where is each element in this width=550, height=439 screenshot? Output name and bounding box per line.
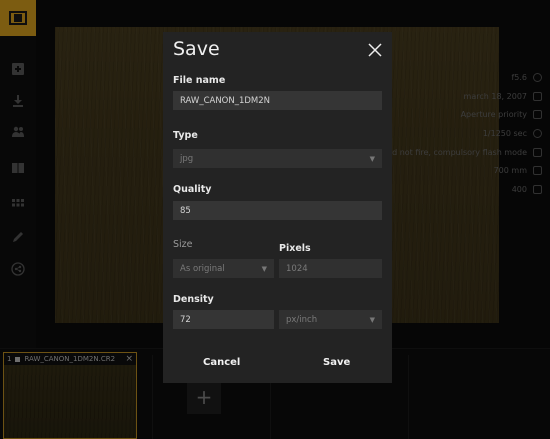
type-select-value: jpg <box>180 153 194 164</box>
type-label: Type <box>173 130 198 141</box>
chevron-down-icon: ▼ <box>261 264 267 273</box>
chevron-down-icon: ▼ <box>369 315 375 324</box>
cancel-button[interactable]: Cancel <box>203 357 240 368</box>
density-field[interactable]: 72 <box>173 310 274 329</box>
size-select[interactable]: As original ▼ <box>173 259 274 278</box>
type-select[interactable]: jpg ▼ <box>173 149 382 168</box>
dialog-title: Save <box>173 38 220 60</box>
save-dialog: Save File name RAW_CANON_1DM2N Type jpg … <box>163 32 392 383</box>
density-label: Density <box>173 294 214 305</box>
quality-label: Quality <box>173 184 212 195</box>
density-unit-value: px/inch <box>286 314 318 325</box>
size-select-value: As original <box>180 263 225 274</box>
close-icon[interactable] <box>368 42 382 57</box>
save-button[interactable]: Save <box>323 357 350 368</box>
quality-field[interactable]: 85 <box>173 201 382 220</box>
size-label: Size <box>173 239 193 250</box>
file-name-field[interactable]: RAW_CANON_1DM2N <box>173 91 382 110</box>
pixels-field[interactable]: 1024 <box>279 259 382 278</box>
chevron-down-icon: ▼ <box>369 154 375 163</box>
file-name-label: File name <box>173 75 226 86</box>
density-unit-select[interactable]: px/inch ▼ <box>279 310 382 329</box>
pixels-label: Pixels <box>279 243 311 254</box>
